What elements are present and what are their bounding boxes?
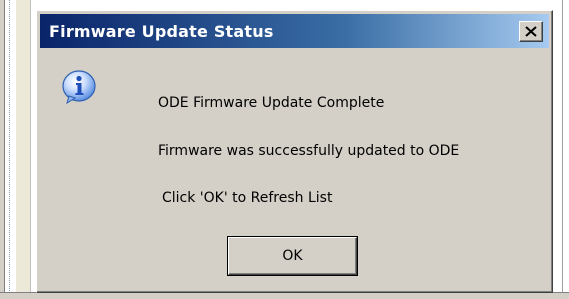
- message-line-detail: Firmware was successfully updated to ODE: [158, 143, 460, 159]
- background-divider-right: [562, 0, 563, 299]
- ok-button[interactable]: OK: [227, 236, 358, 276]
- screen: Firmware Update Status ODE Firmware Upda…: [0, 0, 569, 299]
- background-window-border: [0, 0, 5, 299]
- dialog-titlebar[interactable]: Firmware Update Status: [40, 14, 549, 48]
- dialog-title: Firmware Update Status: [49, 21, 274, 41]
- firmware-update-dialog: Firmware Update Status ODE Firmware Upda…: [36, 10, 553, 293]
- information-icon: [62, 70, 96, 105]
- message-line-instruction: Click 'OK' to Refresh List: [162, 190, 333, 206]
- background-divider: [9, 0, 10, 299]
- background-window-pane: [16, 0, 31, 299]
- ok-button-label: OK: [282, 248, 303, 264]
- background-window-bottom: [0, 292, 569, 299]
- message-line-status: ODE Firmware Update Complete: [158, 95, 385, 111]
- close-x-icon: [525, 26, 537, 37]
- close-button[interactable]: [519, 21, 543, 42]
